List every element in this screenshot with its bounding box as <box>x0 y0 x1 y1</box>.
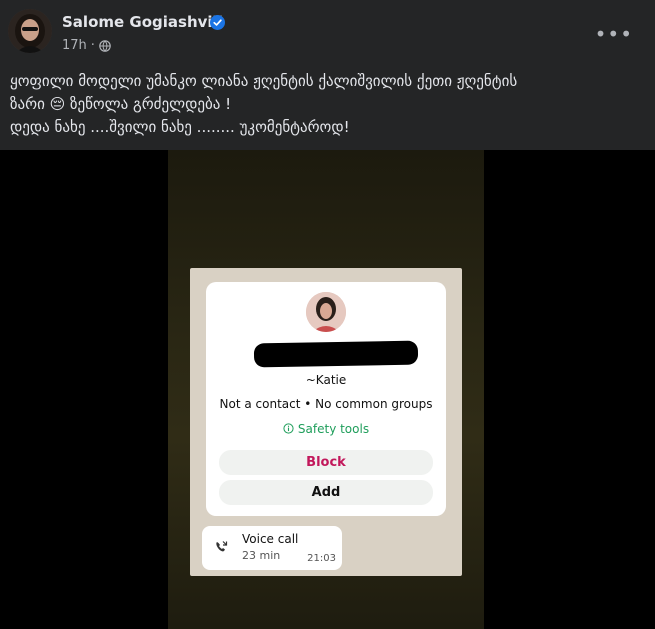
safety-tools-link[interactable]: Safety tools <box>206 422 446 436</box>
redacted-phone-number <box>253 340 419 368</box>
author-name[interactable]: Salome Gogiashvili <box>62 13 223 31</box>
post-header: Salome Gogiashvili 17h · ••• <box>0 0 655 62</box>
missed-call-icon <box>216 541 228 552</box>
post-time[interactable]: 17h <box>62 38 87 53</box>
post-text-line: ზარი 😔 ზეწოლა გრძელდება ! <box>10 95 232 113</box>
more-options-icon[interactable]: ••• <box>595 22 633 46</box>
contact-avatar <box>306 292 346 332</box>
voice-call-bubble[interactable]: Voice call 23 min 21:03 <box>202 526 342 570</box>
post-text-line: ყოფილი მოდელი უმანკო ლიანა ჟღენტის ქალიშ… <box>10 72 518 90</box>
post-text: ყოფილი მოდელი უმანკო ლიანა ჟღენტის ქალიშ… <box>10 70 645 139</box>
call-title: Voice call <box>242 532 299 546</box>
post-video[interactable]: ~Katie Not a contact • No common groups … <box>0 150 655 629</box>
phone-screenshot: ~Katie Not a contact • No common groups … <box>190 268 462 576</box>
safety-tools-label: Safety tools <box>297 422 370 436</box>
call-duration: 23 min <box>242 549 281 562</box>
block-button[interactable]: Block <box>219 450 433 475</box>
contact-card: ~Katie Not a contact • No common groups … <box>206 282 446 516</box>
meta-separator: · <box>90 38 95 53</box>
globe-icon <box>99 39 111 52</box>
video-frame: ~Katie Not a contact • No common groups … <box>168 150 484 629</box>
info-icon <box>283 423 294 434</box>
post-meta: 17h · <box>62 38 111 53</box>
add-button[interactable]: Add <box>219 480 433 505</box>
author-avatar[interactable] <box>8 9 52 53</box>
post-text-line: დედა ნახე ....შვილი ნახე ........ უკომენ… <box>10 118 350 136</box>
call-time: 21:03 <box>307 553 336 564</box>
contact-status: Not a contact • No common groups <box>219 397 433 411</box>
verified-badge-icon <box>210 15 225 30</box>
contact-name: ~Katie <box>305 373 347 387</box>
